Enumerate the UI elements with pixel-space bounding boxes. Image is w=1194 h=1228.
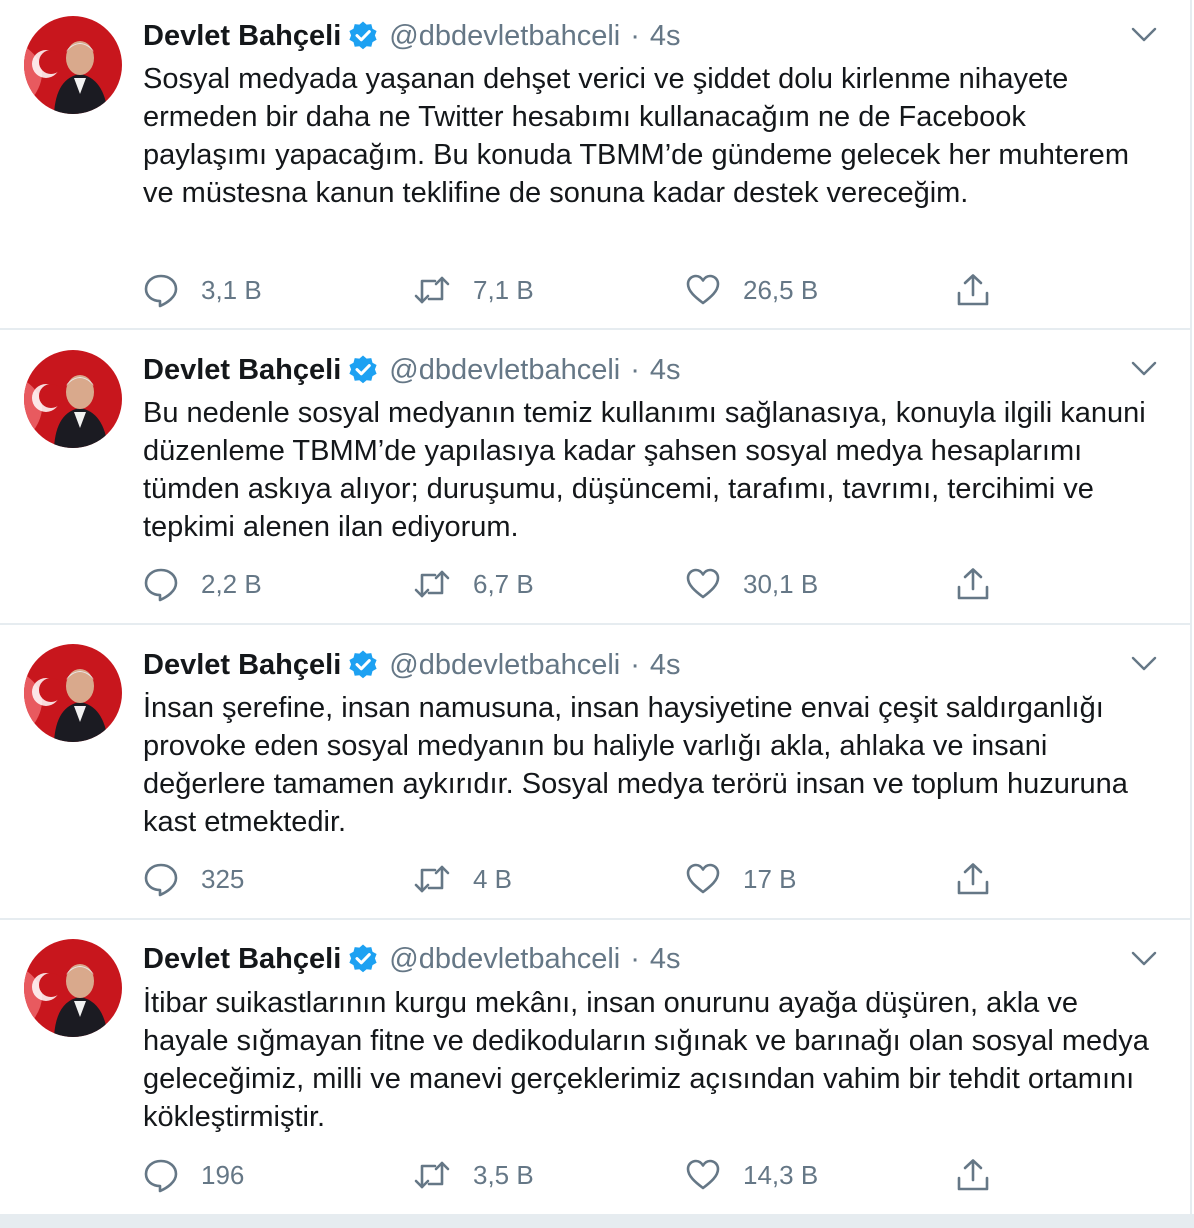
like-button[interactable]: 26,5 B [685,270,818,310]
like-button[interactable]: 30,1 B [685,564,818,604]
author-handle[interactable]: @dbdevletbahceli [389,20,620,53]
tweet-actions: 3,1 B 7,1 B 26,5 B [143,270,1003,310]
tweet-header: Devlet Bahçeli @dbdevletbahceli · 4s [143,18,681,54]
share-button[interactable] [955,859,991,899]
share-upload-icon [957,863,989,895]
avatar[interactable] [24,16,122,114]
like-count: 26,5 B [743,274,819,305]
tweet-actions: 325 4 B 17 B [143,859,1003,899]
reply-count: 325 [201,863,245,894]
heart-icon [686,274,720,305]
separator-dot: · [630,648,640,681]
like-button[interactable]: 17 B [685,859,797,899]
reply-count: 2,2 B [201,568,262,599]
retweet-count: 3,5 B [473,1159,534,1190]
retweet-arrows-icon [414,1161,450,1189]
tweet[interactable]: Devlet Bahçeli @dbdevletbahceli · 4s İns… [0,625,1190,920]
speech-bubble-icon [144,568,178,602]
verified-badge-icon [347,354,379,386]
reply-button[interactable]: 2,2 B [143,564,262,604]
heart-icon [686,1159,720,1190]
tweet[interactable]: Devlet Bahçeli @dbdevletbahceli · 4s Sos… [0,0,1190,330]
share-button[interactable] [955,564,991,604]
verified-badge-icon [347,943,379,975]
retweet-count: 6,7 B [473,568,534,599]
share-button[interactable] [955,270,991,310]
chevron-down-icon[interactable] [1131,26,1157,44]
tweet-header: Devlet Bahçeli @dbdevletbahceli · 4s [143,941,681,977]
chevron-down-icon[interactable] [1131,360,1157,378]
author-name[interactable]: Devlet Bahçeli [143,649,341,682]
retweet-button[interactable]: 4 B [413,859,512,899]
heart-icon [686,568,720,599]
avatar[interactable] [24,350,122,448]
share-upload-icon [957,1159,989,1191]
reply-button[interactable]: 325 [143,859,244,899]
author-name[interactable]: Devlet Bahçeli [143,20,341,53]
author-handle[interactable]: @dbdevletbahceli [389,943,620,976]
reply-button[interactable]: 196 [143,1155,244,1195]
tweet-feed: Devlet Bahçeli @dbdevletbahceli · 4s Sos… [0,0,1192,1214]
tweet-text: Sosyal medyada yaşanan dehşet verici ve … [143,63,1129,209]
chevron-down-icon[interactable] [1131,655,1157,673]
verified-badge-icon [347,20,379,52]
retweet-arrows-icon [414,276,450,304]
separator-dot: · [630,353,640,386]
tweet[interactable]: Devlet Bahçeli @dbdevletbahceli · 4s Bu … [0,330,1190,625]
avatar[interactable] [24,939,122,1037]
feed-bottom-divider [0,1214,1194,1228]
tweet-text: Bu nedenle sosyal medyanın temiz kullanı… [143,397,1146,543]
like-count: 30,1 B [743,568,819,599]
author-handle[interactable]: @dbdevletbahceli [389,649,620,682]
share-upload-icon [957,568,989,600]
speech-bubble-icon [144,274,178,308]
timestamp[interactable]: 4s [650,354,681,387]
tweet-text: İtibar suikastlarının kurgu mekânı, insa… [143,987,1149,1133]
tweet-header: Devlet Bahçeli @dbdevletbahceli · 4s [143,647,681,683]
author-name[interactable]: Devlet Bahçeli [143,943,341,976]
timestamp[interactable]: 4s [650,20,681,53]
tweet-actions: 196 3,5 B 14,3 B [143,1155,1003,1195]
share-upload-icon [957,274,989,306]
retweet-arrows-icon [414,865,450,893]
tweet-text: İnsan şerefine, insan namusuna, insan ha… [143,692,1128,838]
author-handle[interactable]: @dbdevletbahceli [389,354,620,387]
retweet-arrows-icon [414,570,450,598]
like-count: 17 B [743,863,797,894]
timestamp[interactable]: 4s [650,943,681,976]
tweet-header: Devlet Bahçeli @dbdevletbahceli · 4s [143,352,681,388]
like-count: 14,3 B [743,1159,819,1190]
reply-count: 196 [201,1159,245,1190]
avatar[interactable] [24,644,122,742]
share-button[interactable] [955,1155,991,1195]
verified-badge-icon [347,649,379,681]
tweet[interactable]: Devlet Bahçeli @dbdevletbahceli · 4s İti… [0,920,1190,1214]
retweet-count: 4 B [473,863,513,894]
heart-icon [686,863,720,894]
reply-count: 3,1 B [201,274,262,305]
like-button[interactable]: 14,3 B [685,1155,818,1195]
reply-button[interactable]: 3,1 B [143,270,262,310]
separator-dot: · [630,942,640,975]
retweet-button[interactable]: 6,7 B [413,564,534,604]
author-name[interactable]: Devlet Bahçeli [143,354,341,387]
tweet-actions: 2,2 B 6,7 B 30,1 B [143,564,1003,604]
speech-bubble-icon [144,1159,178,1193]
retweet-button[interactable]: 3,5 B [413,1155,534,1195]
timestamp[interactable]: 4s [650,649,681,682]
separator-dot: · [630,19,640,52]
speech-bubble-icon [144,863,178,897]
retweet-button[interactable]: 7,1 B [413,270,534,310]
retweet-count: 7,1 B [473,274,534,305]
chevron-down-icon[interactable] [1131,950,1157,968]
